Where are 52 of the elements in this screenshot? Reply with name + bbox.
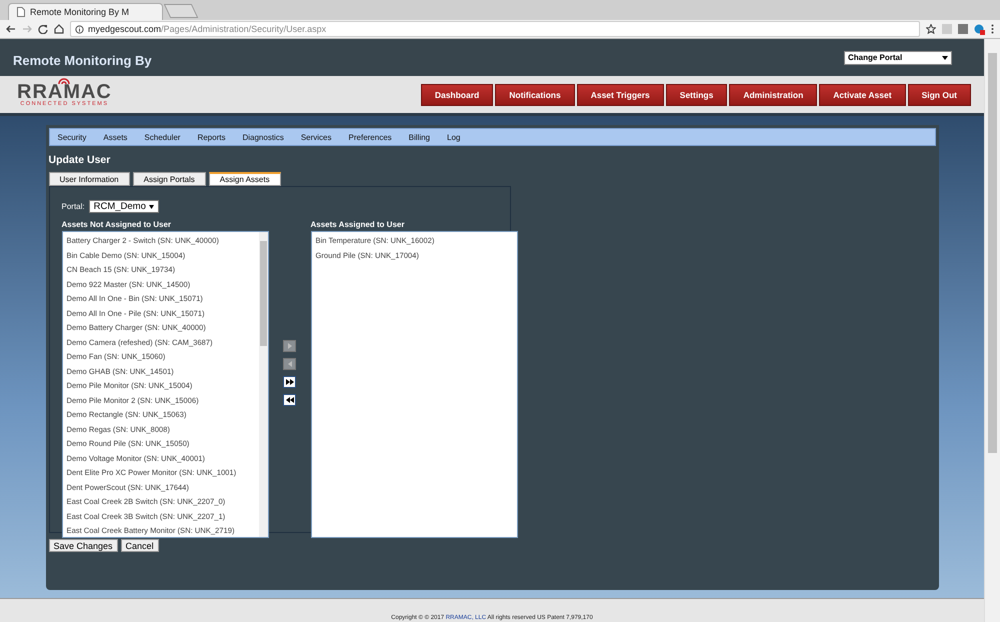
move-button[interactable] bbox=[283, 394, 296, 406]
action-button[interactable]: Save Changes bbox=[48, 539, 118, 552]
sub-nav-link[interactable]: Reports bbox=[197, 132, 226, 142]
asset-list[interactable] bbox=[62, 231, 268, 538]
nav-button[interactable]: Activate Asset bbox=[819, 84, 906, 106]
nav-button[interactable]: Dashboard bbox=[420, 84, 494, 106]
arrow-icon bbox=[286, 360, 294, 368]
caret-icon bbox=[148, 204, 154, 208]
move-button[interactable] bbox=[283, 376, 296, 388]
tab[interactable]: Assign Portals bbox=[132, 172, 206, 186]
reload-icon[interactable] bbox=[38, 24, 48, 34]
arrow-icon bbox=[286, 342, 294, 350]
action-button[interactable]: Cancel bbox=[120, 539, 159, 552]
double-arrow-icon bbox=[286, 378, 294, 386]
tab-title: Remote Monitoring By M bbox=[30, 7, 130, 17]
info-icon bbox=[75, 24, 84, 34]
home-icon[interactable] bbox=[54, 24, 64, 34]
sub-nav-link[interactable]: Log bbox=[447, 132, 460, 142]
sub-nav-link[interactable]: Preferences bbox=[348, 132, 392, 142]
sub-nav-link[interactable]: Assets bbox=[103, 132, 128, 142]
extension-icon[interactable] bbox=[974, 24, 985, 34]
portal-select[interactable]: RCM_Demo bbox=[88, 200, 159, 213]
portal-label: Portal: bbox=[62, 202, 85, 211]
double-arrow-icon bbox=[286, 396, 294, 404]
scrollbar[interactable] bbox=[258, 232, 268, 537]
logo-name: RRAMAC bbox=[17, 82, 112, 100]
nav-button[interactable]: Sign Out bbox=[908, 84, 971, 106]
nav-button[interactable]: Asset Triggers bbox=[576, 84, 664, 106]
site-title: Remote Monitoring By bbox=[13, 52, 152, 68]
star-icon[interactable] bbox=[926, 24, 936, 34]
address-bar[interactable]: myedgescout.com/Pages/Administration/Security/User.aspx bbox=[70, 21, 920, 37]
menu-icon[interactable] bbox=[991, 24, 994, 34]
page-scrollbar[interactable] bbox=[984, 39, 1000, 622]
signal-icon bbox=[56, 76, 72, 84]
caret-icon bbox=[942, 56, 948, 60]
sub-nav-link[interactable]: Services bbox=[300, 132, 332, 142]
nav-button[interactable]: Notifications bbox=[495, 84, 575, 106]
nav-button[interactable]: Settings bbox=[666, 84, 728, 106]
sub-nav-link[interactable]: Diagnostics bbox=[242, 132, 284, 142]
nav-button[interactable]: Administration bbox=[729, 84, 818, 106]
page-title: Update User bbox=[48, 153, 112, 168]
sub-nav-link[interactable]: Security bbox=[58, 132, 86, 142]
portal-dropdown[interactable]: Change Portal bbox=[844, 50, 952, 64]
back-icon[interactable] bbox=[6, 24, 16, 34]
page-icon bbox=[17, 7, 25, 17]
sub-nav-link[interactable]: Billing bbox=[408, 132, 430, 142]
list-heading: Assets Not Assigned to User bbox=[62, 220, 172, 229]
browser-tab[interactable]: Remote Monitoring By M bbox=[8, 3, 163, 20]
tab[interactable]: User Information bbox=[48, 172, 130, 186]
sub-nav-link[interactable]: Scheduler bbox=[144, 132, 180, 142]
list-heading: Assets Assigned to User bbox=[310, 220, 406, 229]
tab[interactable]: Assign Assets bbox=[208, 172, 281, 186]
